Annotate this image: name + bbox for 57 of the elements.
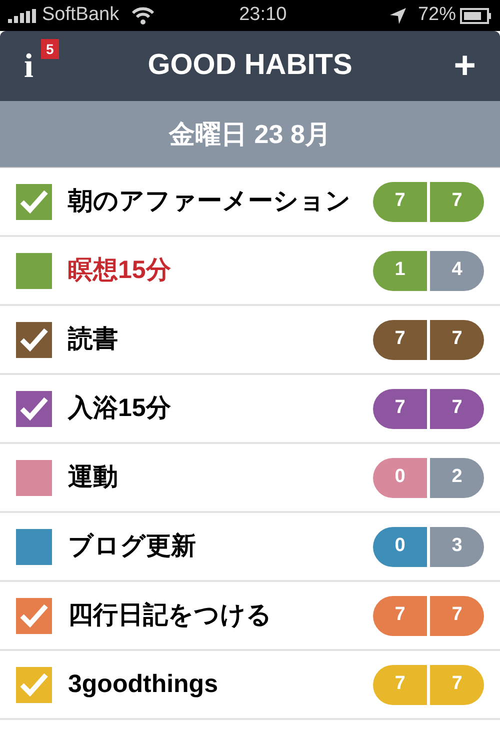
total-count: 2 [430,458,484,498]
signal-icon [8,8,38,22]
check-icon [19,326,49,352]
battery-percent: 72% [418,3,456,28]
habit-row[interactable]: 3goodthings 7 7 [0,651,500,720]
check-icon [19,396,49,422]
habit-checkbox[interactable] [16,598,52,634]
habit-row[interactable]: 運動 0 2 [0,444,500,513]
info-button[interactable]: i 5 [24,40,64,92]
add-button[interactable]: + [436,38,476,94]
streak-count: 7 [373,182,427,222]
habit-checkbox[interactable] [16,666,52,702]
habit-checkbox[interactable] [16,460,52,496]
streak-count: 1 [373,250,427,290]
habit-checkbox[interactable] [16,252,52,288]
app-title: GOOD HABITS [146,48,354,84]
wifi-icon [131,6,156,24]
streak-count: 7 [373,596,427,636]
battery-icon [460,8,492,24]
habit-checkbox[interactable] [16,184,52,220]
habit-row[interactable]: 入浴15分 7 7 [0,375,500,444]
notification-badge: 5 [41,38,59,58]
streak-count: 7 [373,664,427,704]
habit-checkbox[interactable] [16,322,52,358]
streak-count: 0 [373,526,427,566]
total-count: 3 [430,526,484,566]
total-count: 7 [430,182,484,222]
streak-count: 7 [373,320,427,360]
streak-count: 0 [373,458,427,498]
habit-name: 3goodthings [68,668,219,700]
habit-row[interactable]: 四行日記をつける 7 7 [0,582,500,651]
clock: 23:10 [239,3,287,28]
total-count: 7 [430,596,484,636]
habit-row[interactable]: 瞑想15分 1 4 [0,237,500,306]
habit-name: 運動 [68,462,119,493]
habit-row[interactable]: ブログ更新 0 3 [0,513,500,582]
check-icon [19,188,49,214]
habit-checkbox[interactable] [16,528,52,564]
check-icon [19,672,49,698]
date-label: 金曜日 23 8月 [169,118,331,150]
habit-checkbox[interactable] [16,390,52,426]
carrier-name: SoftBank [42,3,120,28]
streak-count: 7 [373,388,427,428]
habit-name: 瞑想15分 [68,254,172,286]
location-arrow-icon [390,8,406,24]
total-count: 4 [430,250,484,290]
check-icon [19,602,49,628]
habit-name: 四行日記をつける [68,600,273,631]
total-count: 7 [430,388,484,428]
total-count: 7 [430,664,484,704]
habit-name: 入浴15分 [68,392,172,424]
total-count: 7 [430,320,484,360]
habit-name: ブログ更新 [68,530,197,562]
habit-row[interactable]: 読書 7 7 [0,306,500,375]
habit-name: 読書 [68,324,119,355]
habit-row[interactable]: 朝のアファーメーション 7 7 [0,168,500,237]
habit-name: 朝のアファーメーション [68,186,352,217]
